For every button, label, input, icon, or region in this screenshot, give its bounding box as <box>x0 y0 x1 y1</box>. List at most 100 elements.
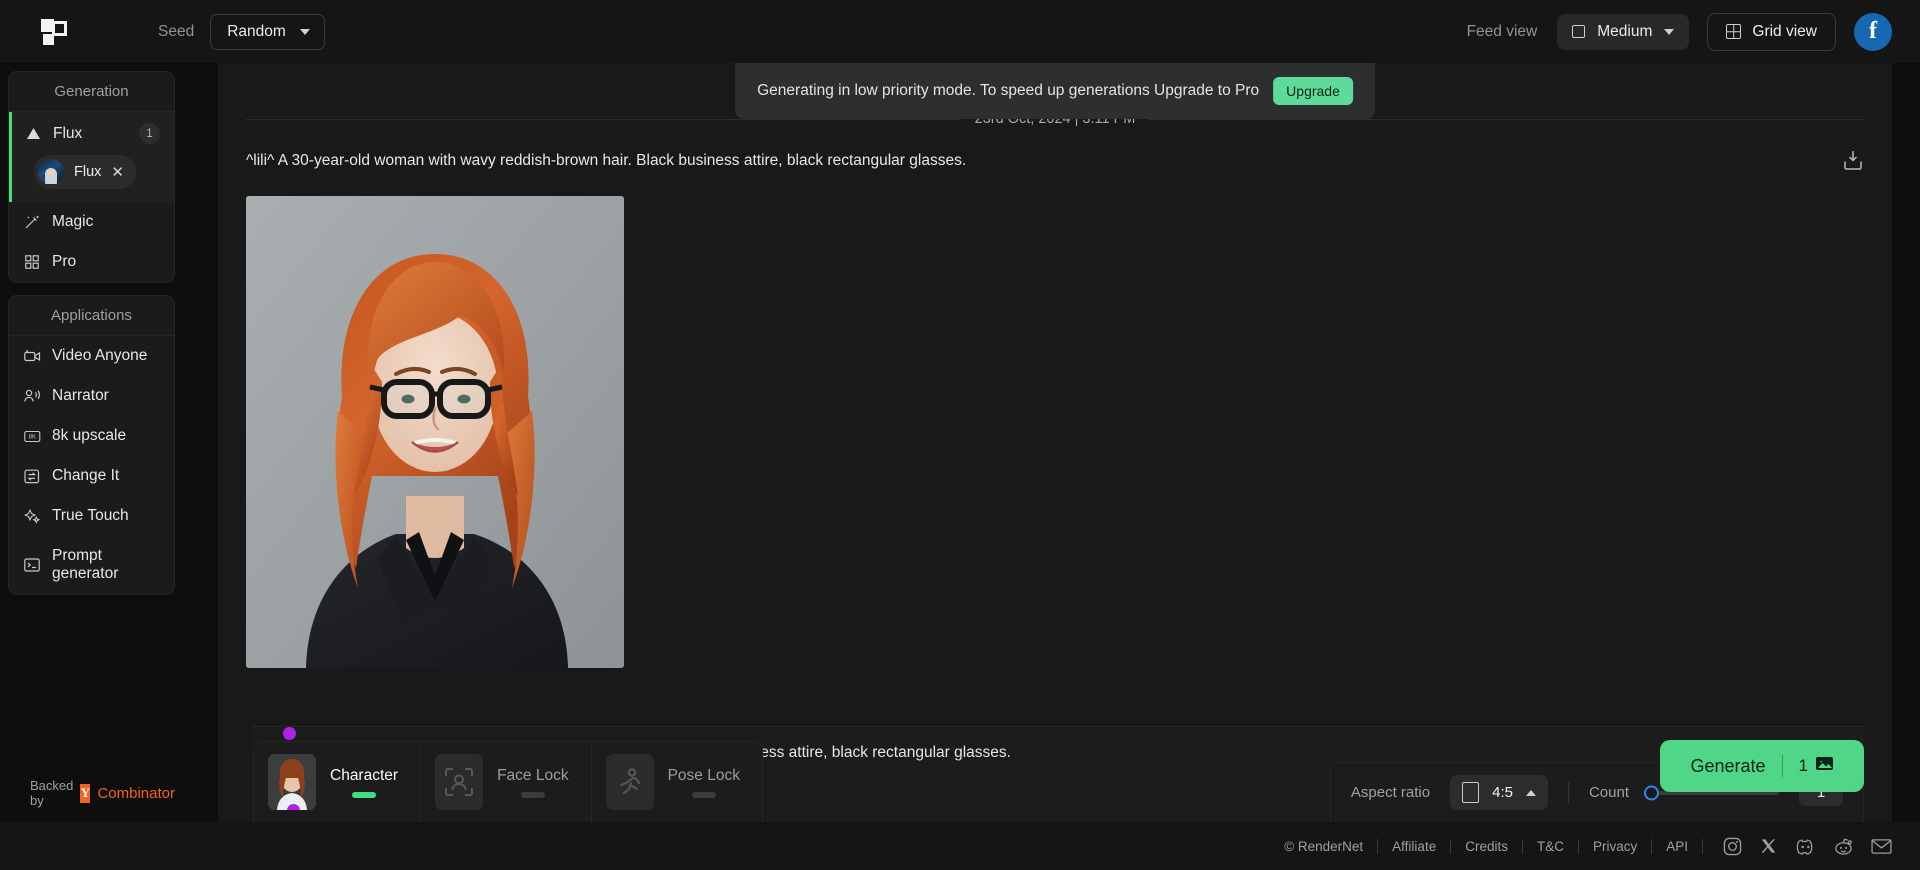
grid-view-label: Grid view <box>1752 22 1817 40</box>
aspect-ratio-shape-icon <box>1462 782 1480 803</box>
avatar[interactable]: f <box>1854 12 1892 51</box>
email-icon[interactable] <box>1871 838 1892 855</box>
body: Generation Flux 1 Flux ✕ Magic Pro Appli… <box>0 63 1920 822</box>
y-combinator-label: Combinator <box>97 784 175 802</box>
grid-icon <box>1726 24 1742 39</box>
seed-dropdown[interactable]: Random <box>210 13 325 50</box>
generate-button[interactable]: Generate 1 <box>1660 740 1864 792</box>
download-icon[interactable] <box>1842 149 1864 176</box>
top-bar-right: Feed view Medium Grid view f <box>1466 12 1892 51</box>
chevron-down-icon <box>1664 28 1675 35</box>
image-size-dropdown[interactable]: Medium <box>1557 13 1690 50</box>
footer-link-affiliate[interactable]: Affiliate <box>1378 839 1450 854</box>
sidebar-item-label: True Touch <box>52 507 129 524</box>
sidebar: Generation Flux 1 Flux ✕ Magic Pro Appli… <box>0 63 183 822</box>
magic-wand-icon <box>23 214 41 230</box>
tab-character-meta: Character <box>330 767 398 798</box>
generate-label: Generate <box>1690 755 1766 776</box>
eight-k-icon: 8K <box>23 430 41 443</box>
low-priority-toast: Generating in low priority mode. To spee… <box>735 63 1375 119</box>
sidebar-item-video-anyone[interactable]: Video Anyone <box>9 336 174 376</box>
rendernet-logo-icon <box>41 18 67 45</box>
reddit-icon[interactable] <box>1834 837 1853 856</box>
swap-arrows-icon <box>23 469 41 484</box>
sidebar-item-label: Magic <box>52 213 94 230</box>
sidebar-item-label: Narrator <box>52 387 109 404</box>
footer: © RenderNet Affiliate Credits T&C Privac… <box>0 822 1920 870</box>
sidebar-item-change-it[interactable]: Change It <box>9 456 174 496</box>
instagram-icon[interactable] <box>1723 837 1742 856</box>
grid-view-button[interactable]: Grid view <box>1707 12 1836 51</box>
top-bar: Seed Random Feed view Medium Grid view f <box>0 0 1920 63</box>
sidebar-item-magic[interactable]: Magic <box>9 202 174 242</box>
character-thumbnail <box>268 754 316 810</box>
footer-link-tc[interactable]: T&C <box>1523 839 1578 854</box>
character-chip-label: Flux <box>74 164 102 180</box>
grid-dots-icon <box>23 255 41 269</box>
chevron-down-icon <box>299 28 310 35</box>
image-size-value: Medium <box>1597 22 1653 40</box>
sidebar-item-label: Flux <box>53 124 83 142</box>
sidebar-item-flux[interactable]: Flux 1 <box>12 112 174 155</box>
sidebar-item-label: 8k upscale <box>52 427 127 444</box>
footer-link-credits[interactable]: Credits <box>1451 839 1522 854</box>
generated-image[interactable] <box>246 196 624 668</box>
character-chip[interactable]: Flux ✕ <box>34 155 136 189</box>
mention-handle-top <box>283 727 296 740</box>
tab-active-indicator <box>691 791 716 798</box>
sidebar-item-prompt-generator[interactable]: Prompt generator <box>9 536 174 594</box>
aspect-ratio-dropdown[interactable]: 4:5 <box>1450 775 1548 810</box>
upgrade-button[interactable]: Upgrade <box>1273 77 1353 105</box>
sidebar-applications-title: Applications <box>9 296 174 336</box>
face-lock-icon <box>435 754 484 810</box>
generate-count: 1 <box>1798 756 1808 775</box>
aspect-ratio-label: Aspect ratio <box>1350 784 1431 801</box>
app-root: Seed Random Feed view Medium Grid view f <box>0 0 1920 870</box>
tab-character[interactable]: Character <box>254 742 422 822</box>
y-combinator-mark-icon: Y <box>80 783 91 803</box>
app-logo[interactable] <box>24 18 84 45</box>
character-chip-thumbnail <box>38 159 64 185</box>
footer-link-rendernet[interactable]: © RenderNet <box>1270 839 1377 854</box>
divider <box>1567 781 1569 804</box>
voice-person-icon <box>23 389 41 403</box>
sidebar-group-flux: Flux 1 Flux ✕ <box>9 112 174 202</box>
feed-view-label: Feed view <box>1466 22 1538 40</box>
feed-prompt-row: ^lili^ A 30-year-old woman with wavy red… <box>218 127 1892 176</box>
x-icon[interactable] <box>1760 838 1777 855</box>
tab-active-indicator <box>352 791 377 798</box>
chevron-up-icon <box>1525 789 1536 796</box>
aspect-ratio-value: 4:5 <box>1492 784 1513 801</box>
sidebar-flux-badge: 1 <box>139 123 160 144</box>
svg-text:8K: 8K <box>28 434 35 440</box>
sidebar-item-narrator[interactable]: Narrator <box>9 376 174 416</box>
square-icon <box>1572 25 1586 38</box>
backed-by-yc: Backed by Y Combinator <box>8 778 175 822</box>
footer-link-api[interactable]: API <box>1652 839 1702 854</box>
video-camera-icon <box>23 349 41 363</box>
sidebar-item-true-touch[interactable]: True Touch <box>9 496 174 536</box>
sidebar-item-label: Prompt generator <box>52 547 119 582</box>
pose-lock-icon <box>605 754 654 810</box>
seed-value: Random <box>227 22 286 40</box>
footer-link-privacy[interactable]: Privacy <box>1579 839 1651 854</box>
sidebar-item-pro[interactable]: Pro <box>9 242 174 282</box>
tab-face-lock[interactable]: Face Lock <box>421 742 592 822</box>
count-label: Count <box>1588 784 1629 801</box>
image-icon <box>1815 755 1834 777</box>
discord-icon[interactable] <box>1795 838 1816 855</box>
sidebar-item-8k-upscale[interactable]: 8K 8k upscale <box>9 416 174 456</box>
tab-label: Pose Lock <box>667 766 740 784</box>
feed-prompt-text: ^lili^ A 30-year-old woman with wavy red… <box>246 152 967 169</box>
sidebar-applications-card: Applications Video Anyone Narrator 8K 8k… <box>8 295 175 595</box>
tab-pose-lock[interactable]: Pose Lock <box>592 742 762 822</box>
toast-message: Generating in low priority mode. To spee… <box>757 82 1260 99</box>
sidebar-generation-title: Generation <box>9 72 174 112</box>
close-icon[interactable]: ✕ <box>111 165 124 180</box>
sidebar-item-label: Pro <box>52 253 77 270</box>
tab-active-indicator <box>520 791 545 798</box>
control-dock: Character Face Lock Pose Lock Aspect rat… <box>253 741 1864 822</box>
count-slider-knob[interactable] <box>1644 785 1659 800</box>
seed-label: Seed <box>158 22 195 40</box>
generate-count-group: 1 <box>1799 755 1834 777</box>
